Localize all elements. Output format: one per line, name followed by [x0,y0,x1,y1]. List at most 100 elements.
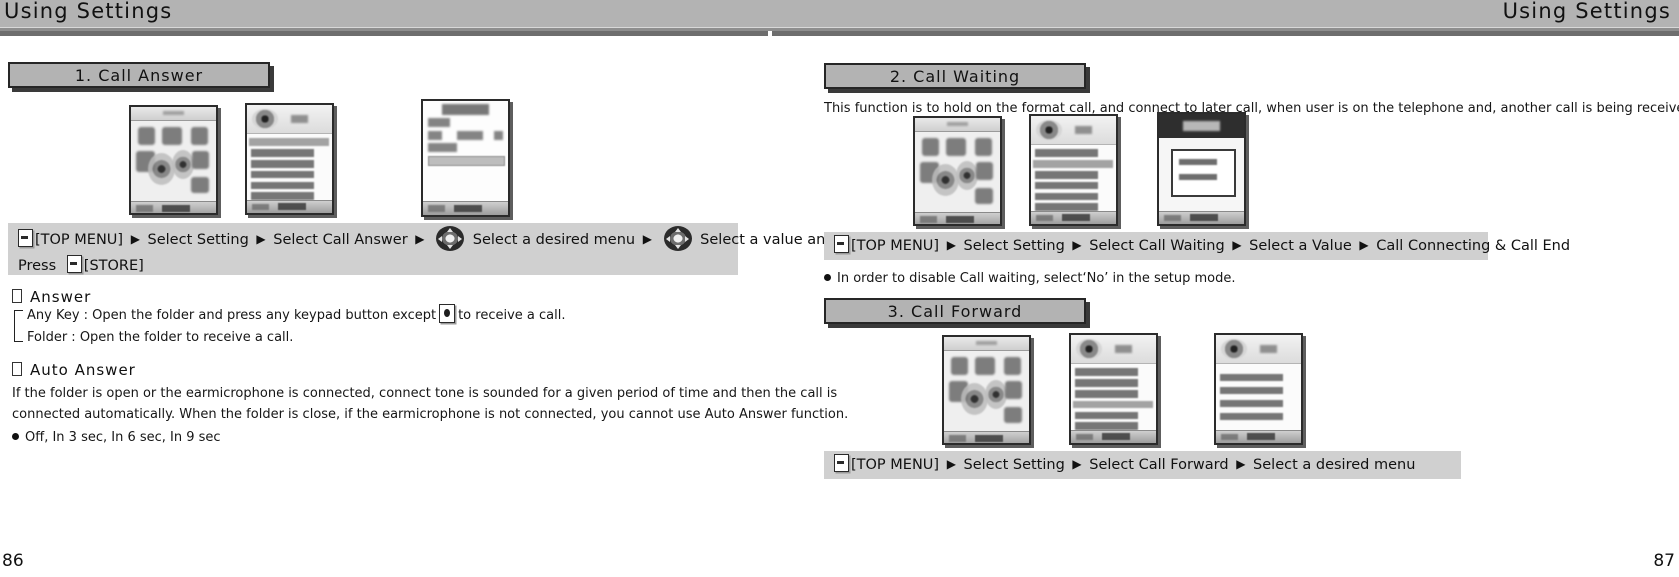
instruction-step-3: Select a Value [1249,238,1352,254]
instruction-step-1: Select Setting [963,238,1065,254]
round-bullet-icon [12,433,19,440]
dialog-screen [1159,114,1244,224]
header-title-left: Using Settings [4,0,173,23]
instruction-bar-call-waiting: [TOP MENU] ▶ Select Setting ▶ Select Cal… [824,232,1570,260]
square-bullet-icon [12,289,22,303]
phone-softkey-bar [423,201,508,215]
page-number-right: 87 [1653,551,1675,571]
phone-screen [1159,114,1244,224]
call-waiting-note-text: In order to disable Call waiting, select… [837,271,1236,286]
phone-screenshot-settings-list [1029,114,1118,226]
section-title-call-answer: 1. Call Answer [8,62,270,88]
arrow-icon: ▶ [1072,457,1082,471]
dialog-screen-panel [1170,149,1237,198]
phone-softkey-bar [247,200,332,213]
instruction-key-top-menu: [TOP MENU] [35,232,124,248]
list-screen [1216,335,1301,443]
icon-grid-screen [944,350,1029,432]
instruction-step-2: Select Call Forward [1089,457,1229,473]
header-title-right: Using Settings [1502,0,1671,23]
answer-options-brace [14,310,23,342]
instruction-bar-call-answer: [TOP MENU] ▶ Select Setting ▶ Select Cal… [8,223,835,275]
phone-screenshot-call-answer-detail [421,99,510,217]
key-icon [834,454,849,472]
phone-screen [247,105,332,213]
phone-screen [423,101,508,215]
auto-answer-values-text: Off, In 3 sec, In 6 sec, In 9 sec [25,430,221,445]
instruction-press-label: Press [18,258,57,274]
instruction-step-1: Select Setting [963,457,1065,473]
arrow-icon: ▶ [1072,238,1082,252]
arrow-icon: ▶ [1232,238,1242,252]
phone-screenshot-settings-icon-menu [942,335,1031,445]
instruction-step-4: Call Connecting & Call End [1376,238,1571,254]
phone-screen [944,350,1029,432]
detail-screen-title [441,104,490,115]
section-title-call-waiting: 2. Call Waiting [824,63,1086,89]
instruction-line-2: Press [STORE] [18,253,730,279]
phone-status-bar [131,107,216,121]
right-page: 2. Call Waiting This function is to hold… [820,36,1679,577]
instruction-line-1: [TOP MENU] ▶ Select Setting ▶ Select Cal… [18,226,835,251]
call-waiting-note: In order to disable Call waiting, select… [824,268,1236,289]
phone-screen [1031,116,1116,224]
arrow-icon: ▶ [415,232,425,246]
phone-softkey-bar [1216,430,1301,443]
instruction-key-top-menu: [TOP MENU] [851,457,940,473]
instruction-key-store: [STORE] [83,258,144,274]
instruction-step-2: Select Call Waiting [1089,238,1225,254]
page-number-left: 86 [2,551,24,571]
arrow-icon: ▶ [256,232,266,246]
left-page: 1. Call Answer [TOP MENU] ▶ Select Setti… [0,36,848,577]
subheading-auto-answer: Auto Answer [12,361,136,379]
section-title-call-forward: 3. Call Forward [824,298,1086,324]
answer-option-any-key: Any Key : Open the folder and press any … [27,304,565,326]
navigation-pad-icon [436,226,465,251]
phone-softkey-bar [1071,430,1156,443]
subheading-auto-answer-label: Auto Answer [30,361,136,379]
phone-softkey-bar [131,201,216,213]
arrow-icon: ▶ [642,232,652,246]
arrow-icon: ▶ [946,457,956,471]
phone-softkey-bar [1031,211,1116,224]
instruction-step-3: Select a desired menu [1253,457,1416,473]
navigation-pad-icon [663,226,692,251]
phone-screenshot-call-forward-list [1214,333,1303,445]
instruction-bar-call-forward: [TOP MENU] ▶ Select Setting ▶ Select Cal… [824,451,1461,479]
instruction-line: [TOP MENU] ▶ Select Setting ▶ Select Cal… [834,235,1571,254]
list-screen-header [1071,335,1156,365]
list-screen [1031,116,1116,224]
instruction-line: [TOP MENU] ▶ Select Setting ▶ Select Cal… [834,454,1416,473]
auto-answer-line-1: If the folder is open or the earmicropho… [12,386,838,401]
round-bullet-icon [824,274,831,281]
arrow-icon: ▶ [946,238,956,252]
phone-screen [915,131,1000,213]
list-screen-header [1031,116,1116,146]
list-screen-header [1216,335,1301,365]
instruction-step-4: Select a value and [700,232,835,248]
icon-grid-screen [131,120,216,202]
phone-screenshot-settings-icon-menu [129,105,218,215]
key-icon [834,235,849,253]
phone-screen [1071,335,1156,443]
instruction-step-3: Select a desired menu [472,232,636,248]
dialog-screen-titlebar [1159,114,1244,139]
phone-screenshot-settings-icon-menu [913,116,1002,226]
detail-screen [423,101,508,215]
phone-softkey-bar [1159,210,1244,224]
instruction-step-1: Select Setting [147,232,249,248]
answer-option-any-key-text: Any Key : Open the folder and press any … [27,308,437,323]
phone-screenshot-settings-list [1069,333,1158,445]
auto-answer-line-2: connected automatically. When the folder… [12,407,849,422]
phone-screen [1216,335,1301,443]
phone-screen [131,120,216,202]
auto-answer-values: Off, In 3 sec, In 6 sec, In 9 sec [12,427,221,448]
answer-option-any-key-tail: to receive a call. [458,308,566,323]
page-header-band: Using Settings Using Settings [0,0,1679,27]
key-icon [66,255,82,273]
arrow-icon: ▶ [1236,457,1246,471]
phone-status-bar [915,118,1000,132]
arrow-icon: ▶ [1359,238,1369,252]
list-screen-header [247,105,332,135]
end-key-icon [439,304,456,323]
